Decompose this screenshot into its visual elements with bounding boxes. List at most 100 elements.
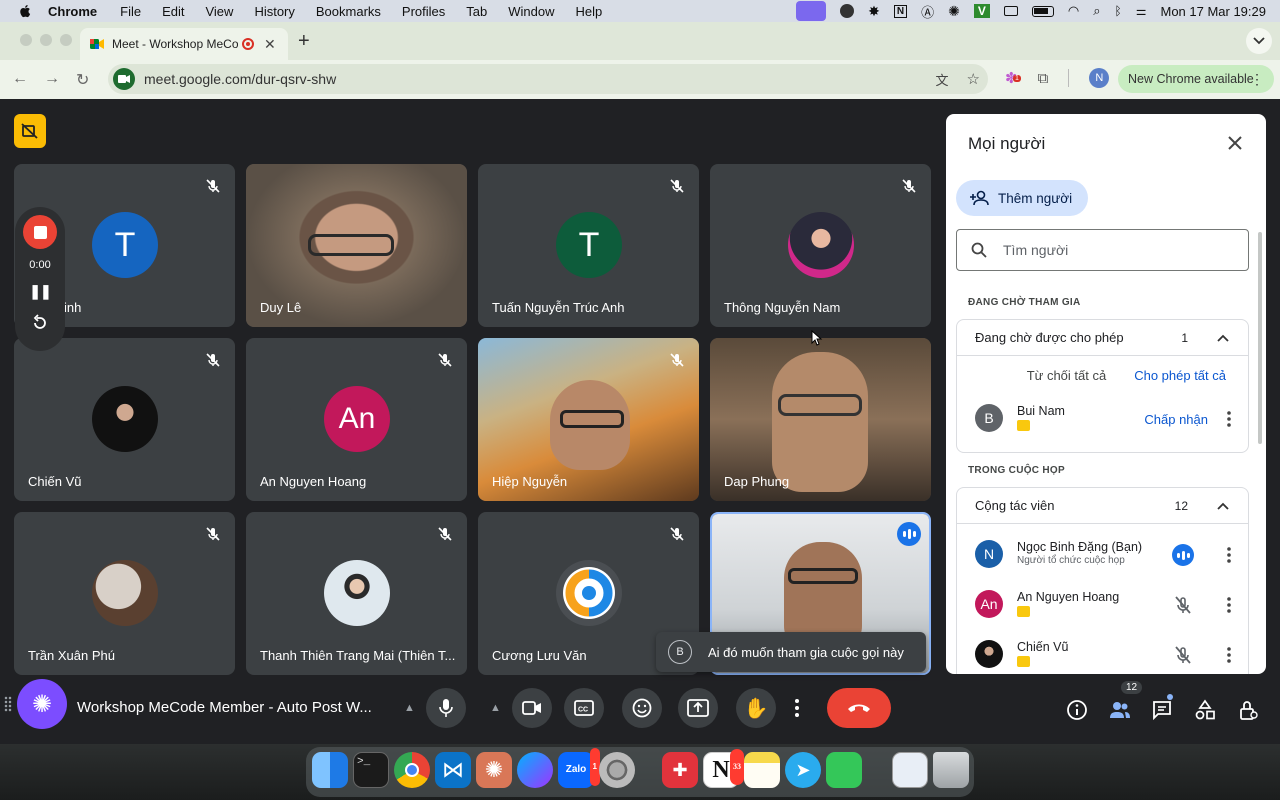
trash-icon[interactable] [933,752,969,788]
restart-recording-icon[interactable] [31,314,49,332]
menu-help[interactable]: Help [576,4,603,19]
participant-tile[interactable]: Hiệp Nguyễn [478,338,699,501]
vscode-icon[interactable]: ⋈ [435,752,471,788]
audio-options-caret-icon[interactable]: ▲ [404,702,415,714]
reactions-button[interactable] [622,688,662,728]
new-tab-button[interactable]: + [298,30,310,53]
finder-icon[interactable] [312,752,348,788]
claude-icon[interactable]: ✺ [476,752,512,788]
chevron-up-icon[interactable] [1216,499,1230,513]
url-text[interactable]: meet.google.com/dur-qsrv-shw [144,71,336,87]
menu-edit[interactable]: Edit [162,4,184,19]
atlas-status-icon[interactable]: Ⓐ [921,2,934,21]
video-options-caret-icon[interactable]: ▲ [490,702,501,714]
menu-view[interactable]: View [205,4,233,19]
chrome-menu-icon[interactable]: ⋮ [1250,71,1264,88]
more-vert-icon[interactable] [1226,646,1232,664]
forward-button[interactable]: → [44,70,60,88]
zalo-icon[interactable]: Zalo 1 [558,748,600,788]
present-screen-button[interactable] [678,688,718,728]
apple-logo-icon[interactable] [18,4,32,18]
microphone-button[interactable] [426,688,466,728]
chrome-icon[interactable] [394,752,430,788]
messenger-icon[interactable] [517,752,553,788]
chat-icon[interactable] [1151,699,1173,721]
back-button[interactable]: ← [12,70,28,88]
waiting-group-header[interactable]: Đang chờ được cho phép 1 [957,320,1248,356]
participant-tile[interactable]: Chiến Vũ [14,338,235,501]
extension-launcher-button[interactable]: ✺ [17,679,67,729]
meeting-details-icon[interactable] [1066,699,1088,721]
system-settings-icon[interactable] [599,752,635,788]
menu-tab[interactable]: Tab [466,4,487,19]
wifi-icon[interactable]: ◠ [1068,3,1079,19]
vmware-icon[interactable]: ✚ [662,752,698,788]
more-vert-icon[interactable] [1226,596,1232,614]
extension-colorful-icon[interactable]: ✽ 1 [1005,69,1021,87]
more-vert-icon[interactable] [1226,410,1232,428]
participant-tile[interactable]: T Tuấn Nguyễn Trúc Anh [478,164,699,327]
allow-all-button[interactable]: Cho phép tất cả [1134,368,1226,396]
notion-status-icon[interactable]: N [893,4,908,18]
participant-tile[interactable]: Dap Phung [710,338,931,501]
profile-avatar[interactable]: N [1089,68,1110,88]
battery-icon[interactable] [1031,5,1054,17]
bluetooth-icon[interactable]: ᛒ [1115,4,1122,18]
participant-tile[interactable]: Thanh Thiên Trang Mai (Thiên T... [246,512,467,675]
display-status-icon[interactable] [1003,6,1018,16]
drag-handle-icon[interactable] [4,696,12,712]
notes-icon[interactable] [744,752,780,788]
menu-file[interactable]: File [120,4,141,19]
more-options-button[interactable] [794,698,800,723]
search-people-input[interactable]: Tìm người [956,229,1249,271]
spotlight-search-icon[interactable]: ⌕ [1093,3,1100,19]
window-zoom-button[interactable] [60,34,72,46]
control-center-icon[interactable]: ⚌ [1136,4,1147,18]
chrome-status-icon[interactable] [840,4,855,18]
reload-button[interactable]: ↻ [76,70,89,90]
menubar-clock[interactable]: Mon 17 Mar 19:29 [1160,4,1266,19]
raise-hand-button[interactable]: ✋ [736,688,776,728]
more-vert-icon[interactable] [1226,546,1232,564]
messages-icon[interactable] [826,752,862,788]
site-info-icon[interactable] [113,68,135,90]
host-controls-lock-icon[interactable] [1237,699,1259,721]
accept-button[interactable]: Chấp nhận [1144,412,1208,427]
new-chrome-available-button[interactable]: New Chrome available ⋮ [1118,65,1274,93]
captions-off-button[interactable] [14,114,46,148]
menu-history[interactable]: History [254,4,294,19]
tab-meet[interactable]: Meet - Workshop MeCode ✕ [80,28,288,60]
recent-document-icon[interactable] [892,752,928,788]
address-bar[interactable]: meet.google.com/dur-qsrv-shw ⽂ ☆ [108,64,988,94]
deny-all-button[interactable]: Từ chối tất cả [1027,368,1107,396]
window-minimize-button[interactable] [40,34,52,46]
vim-status-icon[interactable]: V [973,4,990,18]
collaborators-group-header[interactable]: Cộng tác viên 12 [957,488,1248,524]
activities-icon[interactable] [1194,699,1216,721]
window-close-button[interactable] [20,34,32,46]
panel-scrollbar[interactable] [1258,232,1262,444]
tab-close-icon[interactable]: ✕ [264,36,276,53]
notion-icon[interactable]: N 33 [703,749,744,788]
tab-search-button[interactable] [1246,28,1272,54]
people-icon[interactable] [1109,699,1131,721]
menu-app-chrome[interactable]: Chrome [48,4,97,19]
participant-tile[interactable]: Thông Nguyễn Nam [710,164,931,327]
telegram-icon[interactable]: ➤ [785,752,821,788]
close-icon[interactable] [1226,134,1244,152]
add-people-button[interactable]: Thêm người [956,180,1088,216]
pause-recording-button[interactable]: ❚❚ [29,283,51,300]
menu-profiles[interactable]: Profiles [402,4,445,19]
screen-share-status-icon[interactable] [796,1,827,21]
translate-icon[interactable]: ⽂ [936,70,949,89]
join-request-toast[interactable]: B Ai đó muốn tham gia cuộc gọi này [656,632,926,672]
leave-call-button[interactable] [827,688,891,728]
participant-tile[interactable]: Trần Xuân Phú [14,512,235,675]
menu-bookmarks[interactable]: Bookmarks [316,4,381,19]
chevron-up-icon[interactable] [1216,331,1230,345]
camera-button[interactable] [512,688,552,728]
participant-tile[interactable]: Duy Lê [246,164,467,327]
menu-window[interactable]: Window [508,4,554,19]
bookmark-star-icon[interactable]: ☆ [967,70,980,89]
captions-button[interactable]: CC [564,688,604,728]
